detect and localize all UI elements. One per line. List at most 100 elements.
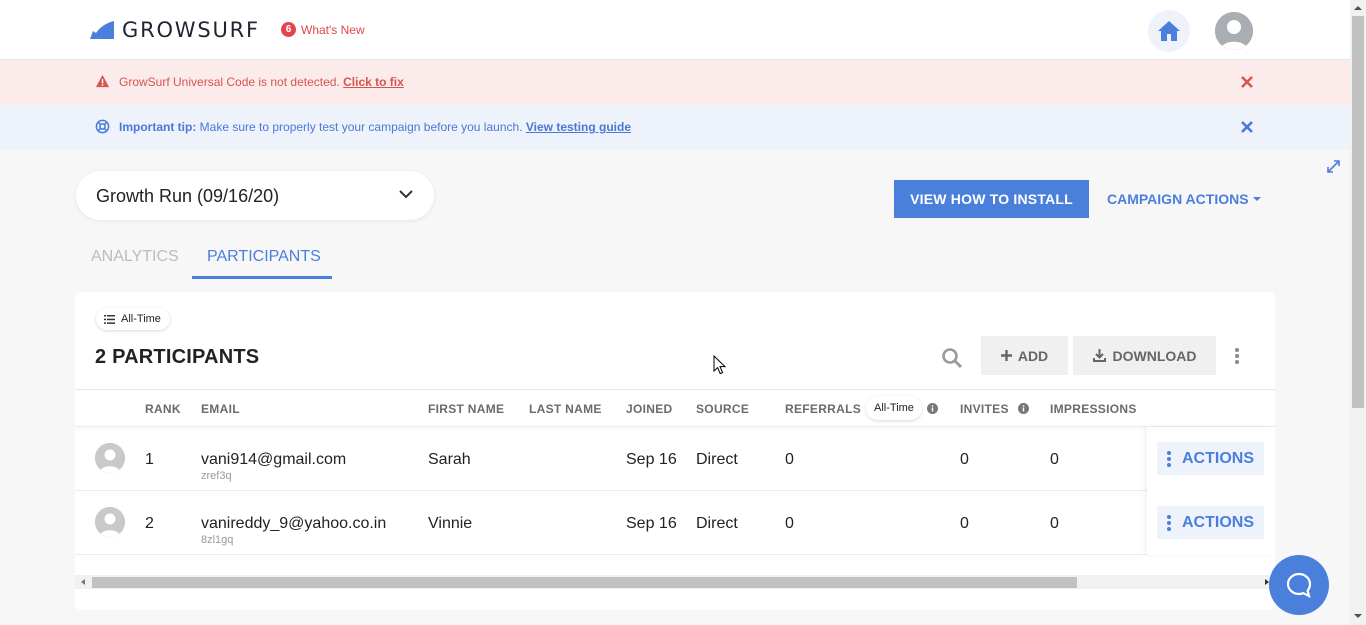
participant-impressions: 0 <box>1050 515 1059 532</box>
col-joined[interactable]: JOINED <box>626 402 672 416</box>
warning-icon <box>95 74 110 88</box>
page: GROWSURF 6 What's New GrowSurf Universal… <box>0 0 1350 625</box>
participant-code: zref3q <box>201 470 232 482</box>
table-header: RANK EMAIL FIRST NAME LAST NAME JOINED S… <box>75 389 1275 427</box>
col-rank[interactable]: RANK <box>145 402 181 416</box>
participant-avatar <box>95 507 125 537</box>
info-icon[interactable] <box>927 403 938 414</box>
vertical-dots-icon <box>1167 514 1171 531</box>
top-nav: GROWSURF 6 What's New <box>0 0 1350 60</box>
download-button[interactable]: DOWNLOAD <box>1073 336 1216 375</box>
time-filter-pill[interactable]: All-Time <box>96 308 170 330</box>
campaign-selector[interactable]: Growth Run (09/16/20) <box>76 171 434 220</box>
code-not-detected-banner: GrowSurf Universal Code is not detected.… <box>0 60 1350 105</box>
whats-new-link[interactable]: 6 What's New <box>281 22 365 37</box>
col-invites[interactable]: INVITES <box>960 402 1009 416</box>
growsurf-logo[interactable]: GROWSURF <box>90 18 260 42</box>
col-source[interactable]: SOURCE <box>696 402 749 416</box>
participant-invites: 0 <box>960 515 969 532</box>
scroll-down-arrow-icon[interactable] <box>1354 614 1362 618</box>
tip-label: Important tip: <box>119 120 197 134</box>
campaign-actions-dropdown[interactable]: CAMPAIGN ACTIONS <box>1107 191 1261 207</box>
vertical-dots-icon <box>1167 450 1171 467</box>
search-icon[interactable] <box>941 347 963 369</box>
vertical-scrollbar[interactable] <box>1350 0 1366 625</box>
tab-participants[interactable]: PARTICIPANTS <box>207 248 321 266</box>
participant-code: 8zl1gq <box>201 534 234 546</box>
view-how-to-install-button[interactable]: VIEW HOW TO INSTALL <box>894 180 1089 218</box>
tip-message: Make sure to properly test your campaign… <box>196 120 523 134</box>
participant-email[interactable]: vanireddy_9@yahoo.co.in <box>201 515 386 533</box>
table-row[interactable]: 2 vanireddy_9@yahoo.co.in 8zl1gq Vinnie … <box>75 491 1275 555</box>
tab-analytics[interactable]: ANALYTICS <box>91 248 179 266</box>
col-first-name[interactable]: FIRST NAME <box>428 402 504 416</box>
scroll-up-arrow-icon[interactable] <box>1354 6 1362 10</box>
testing-tip-banner: Important tip: Make sure to properly tes… <box>0 105 1350 150</box>
user-avatar[interactable] <box>1215 12 1253 50</box>
list-icon <box>104 314 115 324</box>
participant-email[interactable]: vani914@gmail.com <box>201 451 346 469</box>
close-error-banner-icon[interactable] <box>1240 75 1254 89</box>
download-label: DOWNLOAD <box>1112 347 1197 364</box>
home-icon <box>1158 21 1180 41</box>
campaign-actions-label: CAMPAIGN ACTIONS <box>1107 191 1249 207</box>
participant-source: Direct <box>696 451 738 468</box>
participant-rank: 2 <box>145 515 154 532</box>
tip-banner-text: Important tip: Make sure to properly tes… <box>119 120 631 134</box>
participant-joined: Sep 16 <box>626 515 677 532</box>
col-last-name[interactable]: LAST NAME <box>529 402 602 416</box>
chat-launcher-button[interactable] <box>1269 555 1329 615</box>
participant-first-name: Vinnie <box>428 515 473 532</box>
more-options-icon[interactable] <box>1232 347 1242 365</box>
scrollbar-thumb[interactable] <box>92 577 1077 588</box>
participant-referrals: 0 <box>785 451 794 468</box>
participant-source: Direct <box>696 515 738 532</box>
close-tip-banner-icon[interactable] <box>1240 120 1254 134</box>
download-icon <box>1092 349 1106 362</box>
chat-bubble-icon <box>1286 572 1312 599</box>
horizontal-scrollbar[interactable] <box>75 575 1275 589</box>
table-row[interactable]: 1 vani914@gmail.com zref3q Sarah Sep 16 … <box>75 427 1275 491</box>
user-avatar-icon <box>95 507 125 537</box>
click-to-fix-link[interactable]: Click to fix <box>343 75 404 89</box>
actions-label: ACTIONS <box>1182 449 1254 467</box>
actions-label: ACTIONS <box>1182 513 1254 531</box>
participants-count: 2 PARTICIPANTS <box>95 346 260 368</box>
row-actions-button[interactable]: ACTIONS <box>1157 442 1264 475</box>
error-banner-text: GrowSurf Universal Code is not detected.… <box>119 75 404 89</box>
participant-avatar <box>95 443 125 473</box>
active-tab-indicator <box>192 276 332 279</box>
home-button[interactable] <box>1148 10 1190 52</box>
plus-icon <box>1000 350 1012 361</box>
error-message: GrowSurf Universal Code is not detected. <box>119 75 340 89</box>
participant-impressions: 0 <box>1050 451 1059 468</box>
col-referrals[interactable]: REFERRALS <box>785 402 861 416</box>
selected-campaign: Growth Run (09/16/20) <box>96 186 280 206</box>
scrollbar-thumb[interactable] <box>1352 16 1364 408</box>
add-label: ADD <box>1017 347 1049 364</box>
info-icon[interactable] <box>1018 403 1029 414</box>
participant-joined: Sep 16 <box>626 451 677 468</box>
row-actions-button[interactable]: ACTIONS <box>1157 506 1264 539</box>
time-filter-label: All-Time <box>121 313 161 325</box>
add-participant-button[interactable]: ADD <box>981 336 1068 375</box>
logo-text: GROWSURF <box>122 18 260 42</box>
scroll-left-arrow-icon[interactable] <box>81 579 85 585</box>
referrals-period-pill[interactable]: All-Time <box>866 396 922 420</box>
participant-first-name: Sarah <box>428 451 471 468</box>
user-avatar-icon <box>95 443 125 473</box>
whats-new-label: What's New <box>301 22 365 37</box>
participant-referrals: 0 <box>785 515 794 532</box>
lifebuoy-icon <box>95 119 110 134</box>
caret-down-icon <box>1252 197 1261 201</box>
col-email[interactable]: EMAIL <box>201 402 240 416</box>
actions-column: ACTIONS ACTIONS <box>1147 427 1275 555</box>
col-impressions[interactable]: IMPRESSIONS <box>1050 402 1137 416</box>
expand-icon[interactable] <box>1327 160 1340 173</box>
mouse-cursor-icon <box>713 355 727 375</box>
participant-invites: 0 <box>960 451 969 468</box>
chevron-down-icon <box>399 190 413 199</box>
logo-wave-icon <box>90 21 114 39</box>
user-avatar-icon <box>1215 12 1253 50</box>
view-testing-guide-link[interactable]: View testing guide <box>526 120 631 134</box>
